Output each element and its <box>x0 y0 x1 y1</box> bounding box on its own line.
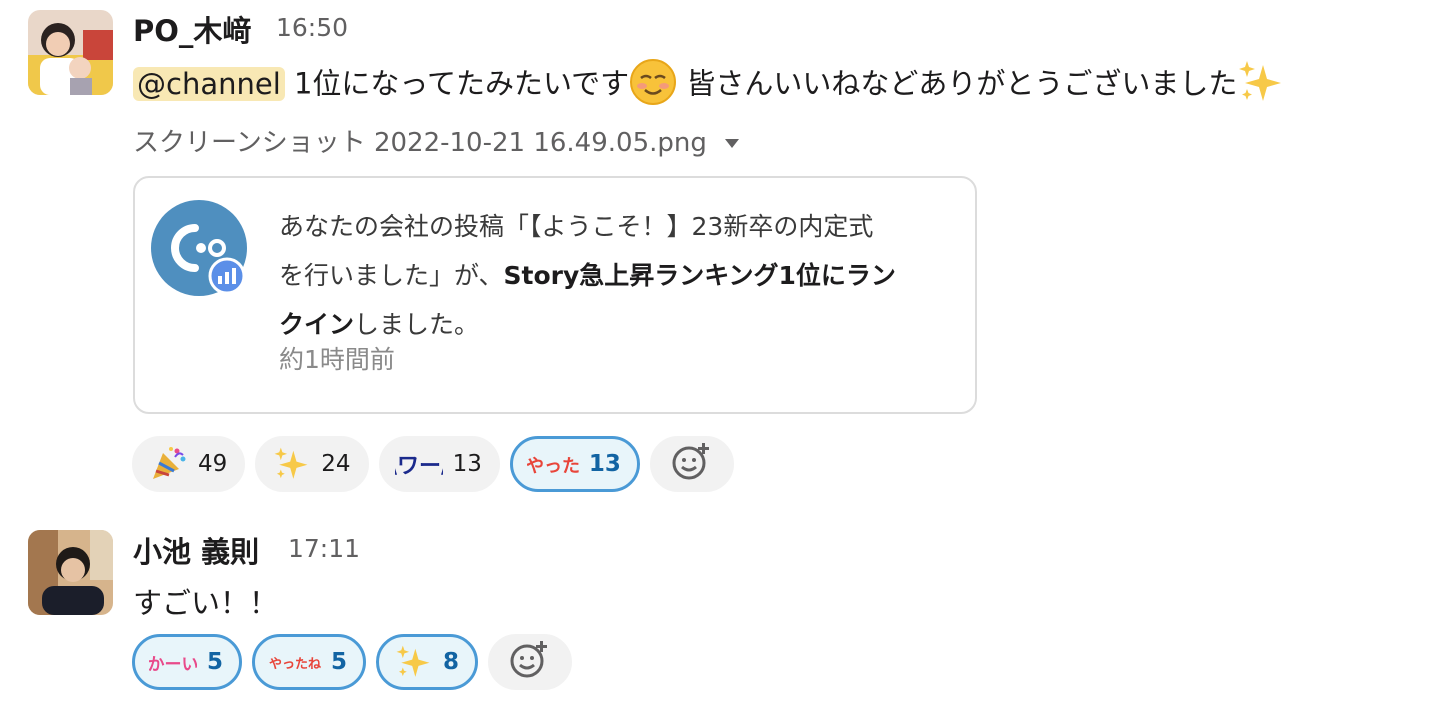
reaction-custom-yattane[interactable]: やったね 5 <box>252 634 367 690</box>
reaction-count: 5 <box>207 649 224 675</box>
custom-kawaii-emoji-icon: かーい <box>149 642 197 682</box>
reaction-sparkles[interactable]: 8 <box>376 634 479 690</box>
reaction-bar: かーい 5 やったね 5 8 <box>132 634 573 690</box>
reaction-count: 5 <box>331 649 348 675</box>
avatar[interactable] <box>28 530 113 615</box>
custom-yattane-emoji-icon: やったね <box>269 642 321 682</box>
message-text: すごい！！ <box>133 586 279 620</box>
reaction-custom-kawaii[interactable]: かーい 5 <box>132 634 243 690</box>
svg-text:かーい: かーい <box>149 655 197 675</box>
add-reaction-button[interactable] <box>488 634 573 690</box>
timestamp[interactable]: 17:11 <box>288 534 360 563</box>
message-2: 小池 義則 17:11 すごい！！ かーい 5 やったね 5 8 <box>0 0 1440 706</box>
add-reaction-icon <box>510 639 550 685</box>
author-name[interactable]: 小池 義則 <box>133 529 259 571</box>
reaction-count: 8 <box>443 649 460 675</box>
sparkles-icon <box>393 642 433 682</box>
svg-text:やったね: やったね <box>269 657 321 672</box>
